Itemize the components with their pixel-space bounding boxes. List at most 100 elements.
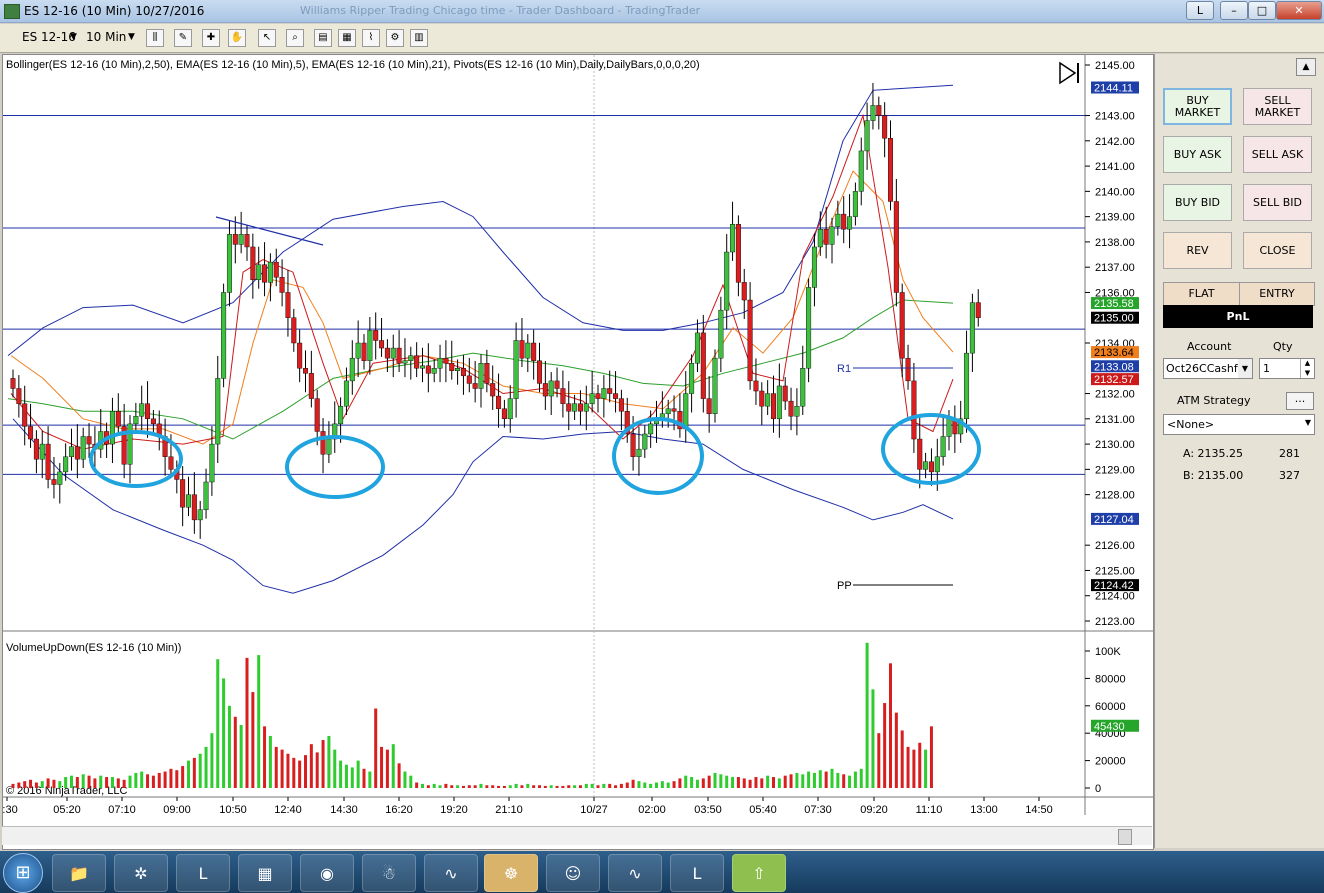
volume-bar [222,678,226,788]
minimize-button[interactable]: – [1220,1,1248,20]
sell-ask-button[interactable]: SELL ASK [1243,136,1312,173]
league-client-icon[interactable]: L [176,854,230,892]
candle-down [145,403,151,420]
candle-down [273,261,279,278]
volume-bar [555,785,559,788]
chart-scrollbar[interactable] [2,826,1152,845]
candle-up [525,342,531,359]
volume-bar [274,746,278,788]
pointer-icon[interactable]: ↖ [258,29,276,47]
buy-ask-button[interactable]: BUY ASK [1163,136,1232,173]
strategies-icon[interactable]: ⌇ [362,29,380,47]
link-button[interactable]: L [1186,1,1214,20]
candle-up [408,355,414,361]
time-tick-label: 03:50 [694,804,722,816]
volume-bar [356,760,360,788]
volume-bar [608,783,612,788]
volume-bar [403,771,407,788]
account-dropdown-icon[interactable]: ▼ [1238,359,1252,378]
volume-bar [233,716,237,788]
buy-bid-button[interactable]: BUY BID [1163,184,1232,221]
app-icon-sc[interactable]: ✲ [114,854,168,892]
interval-selector[interactable]: 10 Min [86,28,126,46]
volume-bar [754,777,758,788]
discord-icon[interactable]: ☺ [546,854,600,892]
maximize-button[interactable]: □ [1248,1,1276,20]
scrollbar-thumb[interactable] [1118,829,1132,845]
volume-bar [29,779,33,788]
interval-dropdown-icon[interactable]: ▼ [128,28,135,46]
candle-down [297,342,303,369]
volume-tag-text: 45430 [1094,721,1125,733]
qty-label: Qty [1273,340,1293,353]
indicators-icon[interactable]: ▦ [338,29,356,47]
candle-up [765,393,771,407]
volume-bar [830,768,834,788]
sell-ask-label: SELL ASK [1251,147,1304,161]
chrome-icon[interactable]: ◉ [300,854,354,892]
volume-bar [391,744,395,788]
volume-bar [625,782,629,788]
crosshair-icon[interactable]: ✚ [202,29,220,47]
volume-bar [508,785,512,788]
chart-canvas[interactable]: R1 PP Bollinger(ES 12-16 (10 Min),2,50),… [3,55,1153,849]
drawing-pencil-icon[interactable]: ✎ [174,29,192,47]
volume-bar [660,781,664,788]
properties-icon[interactable]: ⚙ [386,29,404,47]
candle-up [109,411,115,445]
qty-up-icon[interactable]: ▲ [1300,359,1314,368]
upload-app-icon[interactable]: ⇧ [732,854,786,892]
close-window-button[interactable]: ✕ [1276,1,1322,20]
candle-down [460,368,466,377]
start-button-icon[interactable]: ⊞ [3,853,43,893]
candle-down [882,115,888,139]
volume-bar [344,764,348,788]
buy-market-button[interactable]: BUY MARKET [1163,88,1232,125]
atm-more-button[interactable]: ... [1286,392,1314,410]
close-position-button[interactable]: CLOSE [1243,232,1312,269]
time-tick-label: 05:40 [749,804,777,816]
atm-dropdown-icon[interactable]: ▼ [1305,418,1311,427]
candle-up [946,418,952,437]
price-tick-label: 2141.00 [1095,161,1135,173]
candle-down [747,299,753,382]
collapse-up-icon[interactable]: ▲ [1296,58,1316,76]
ninjatrader-icon[interactable]: ∿ [424,854,478,892]
atm-strategy-value: <None> [1167,418,1215,431]
candle-down [303,368,309,374]
instrument-selector[interactable]: ES 12-16 [22,28,76,46]
candle-up [601,388,607,399]
volume-bar [157,772,161,788]
ninjatrader-second-icon[interactable]: ∿ [608,854,662,892]
candle-up [940,436,946,457]
qty-value: 1 [1263,362,1270,375]
league-game-icon[interactable]: L [670,854,724,892]
bar-type-icon[interactable]: ⫼ [146,29,164,47]
data-box-icon[interactable]: ▤ [314,29,332,47]
account-select[interactable]: Oct26CCashfs ▼ [1163,358,1253,379]
candle-down [823,229,829,245]
helm-app-icon[interactable]: ☸ [484,854,538,892]
sell-bid-button[interactable]: SELL BID [1243,184,1312,221]
zoom-icon[interactable]: ⌕ [286,29,304,47]
volume-bar [140,771,144,788]
atm-strategy-select[interactable]: <None> ▼ [1163,414,1315,435]
sell-market-button[interactable]: SELL MARKET [1243,88,1312,125]
reverse-button[interactable]: REV [1163,232,1232,269]
volume-bar [532,785,536,788]
qty-down-icon[interactable]: ▼ [1300,368,1314,378]
calculator-icon[interactable]: ▦ [238,854,292,892]
volume-bar [17,782,21,788]
entry-price-label: ENTRY [1259,287,1295,300]
chart-panel[interactable]: R1 PP Bollinger(ES 12-16 (10 Min),2,50),… [2,54,1154,850]
instrument-dropdown-icon[interactable]: ▼ [70,28,77,46]
candle-down [320,431,326,455]
snowman-app-icon[interactable]: ☃ [362,854,416,892]
chart-trader-icon[interactable]: ▥ [410,29,428,47]
qty-stepper[interactable]: 1 ▲ ▼ [1259,358,1315,379]
volume-bar [538,785,541,788]
candle-down [741,282,747,301]
file-explorer-icon[interactable]: 📁 [52,854,106,892]
hand-icon[interactable]: ✋ [228,29,246,47]
candle-down [531,342,537,361]
